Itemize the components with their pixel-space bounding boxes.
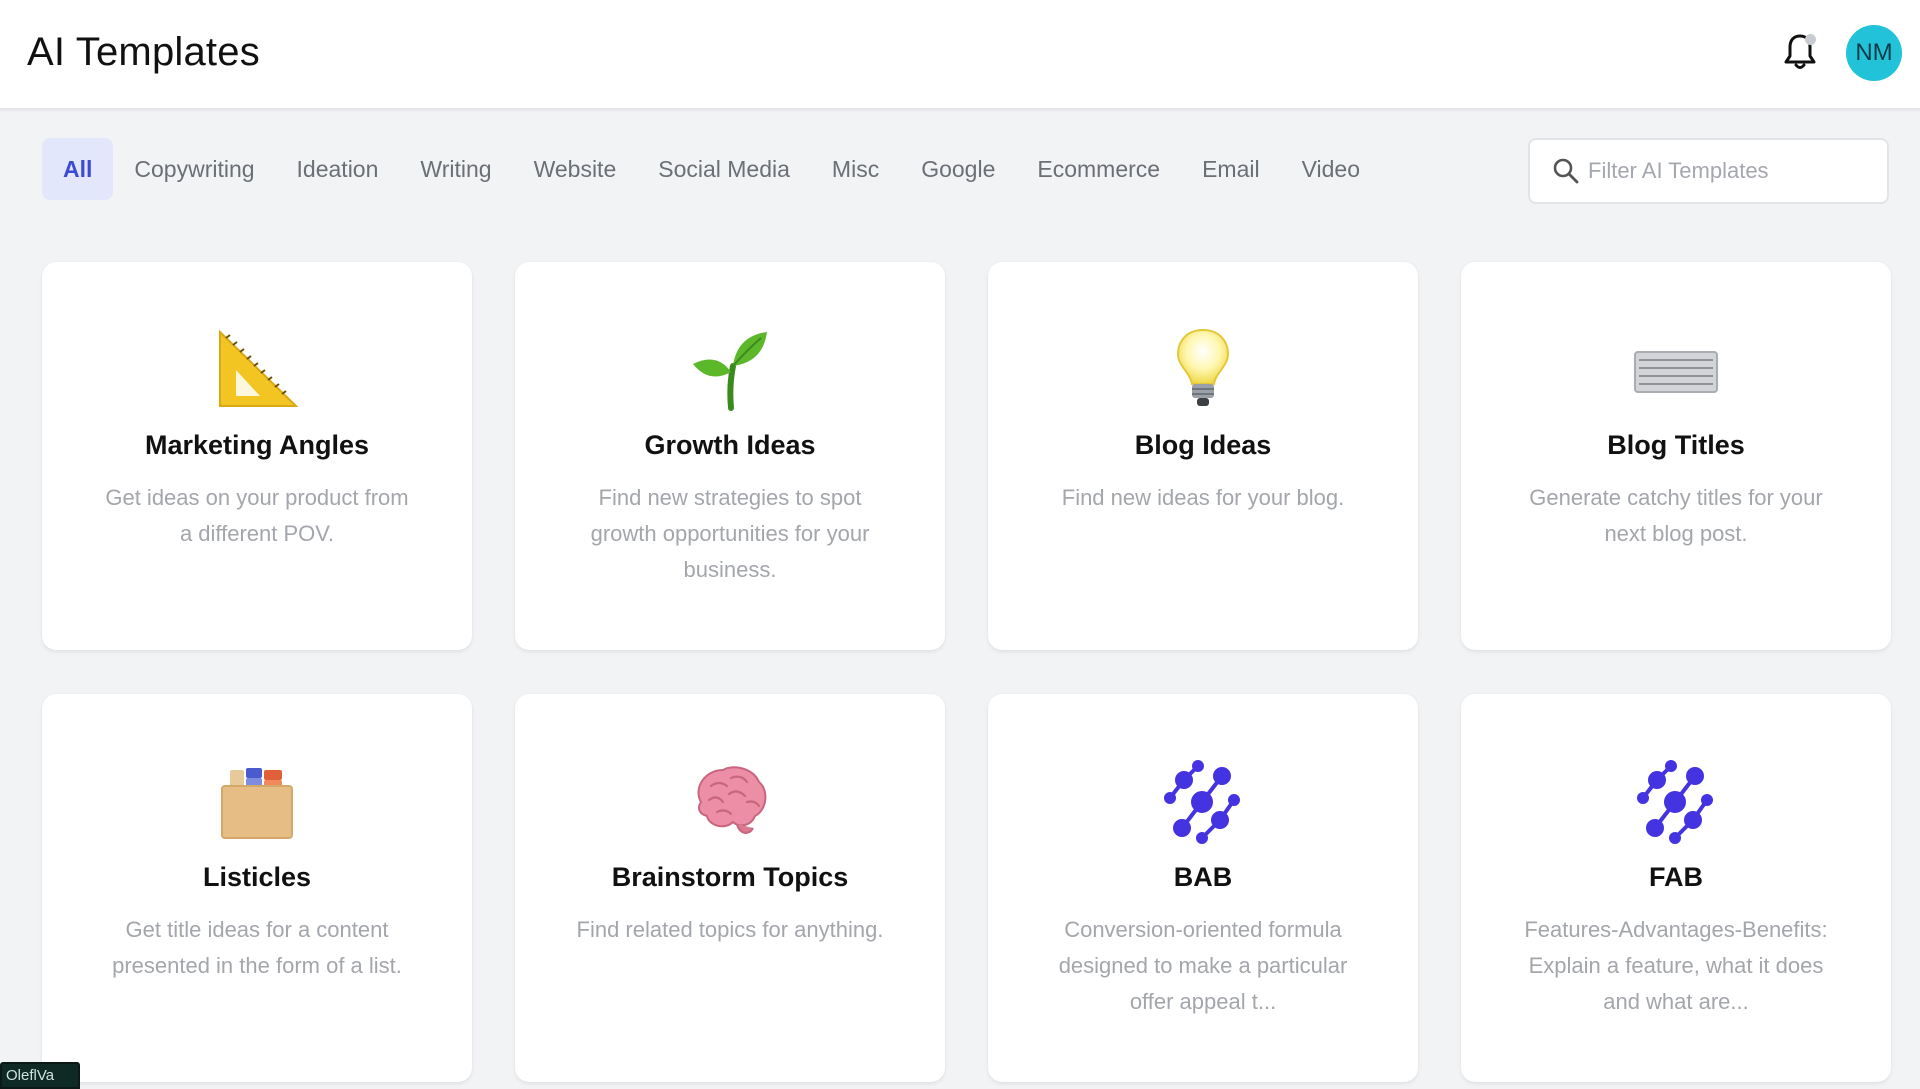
light-bulb-icon (1158, 324, 1248, 414)
tab-ecommerce[interactable]: Ecommerce (1016, 138, 1181, 200)
template-card-listicles[interactable]: Listicles Get title ideas for a content … (42, 694, 472, 1082)
triangular-ruler-icon (212, 324, 302, 414)
tab-misc[interactable]: Misc (811, 138, 900, 200)
card-description: Get ideas on your product from a differe… (105, 485, 409, 546)
card-title: Blog Ideas (1134, 430, 1272, 460)
card-title: Brainstorm Topics (611, 862, 849, 892)
card-file-box-icon (212, 756, 302, 846)
notification-dot (1805, 34, 1816, 45)
tab-email[interactable]: Email (1181, 138, 1281, 200)
tab-website[interactable]: Website (513, 138, 638, 200)
tab-all[interactable]: All (42, 138, 114, 200)
card-description: Generate catchy titles for your next blo… (1529, 485, 1823, 546)
template-card-marketing-angles[interactable]: Marketing Angles Get ideas on your produ… (42, 262, 472, 650)
tab-copywriting[interactable]: Copywriting (113, 138, 275, 200)
keyboard-icon (1631, 324, 1721, 414)
card-title: Blog Titles (1607, 430, 1745, 460)
card-description: Conversion-oriented formula designed to … (1058, 917, 1348, 1014)
molecule-pattern-icon (1631, 756, 1721, 846)
search-icon (1553, 158, 1579, 184)
card-title: Marketing Angles (144, 430, 370, 460)
card-description: Find new ideas for your blog. (1061, 485, 1345, 510)
template-card-blog-ideas[interactable]: Blog Ideas Find new ideas for your blog. (988, 262, 1418, 650)
card-title: FAB (1649, 862, 1703, 892)
card-description: Find new strategies to spot growth oppor… (590, 485, 870, 582)
card-description: Find related topics for anything. (576, 917, 884, 942)
template-card-growth-ideas[interactable]: Growth Ideas Find new strategies to spot… (515, 262, 945, 650)
card-description: Features-Advantages-Benefits: Explain a … (1524, 917, 1828, 1014)
notifications-button[interactable] (1782, 32, 1818, 72)
tab-social-media[interactable]: Social Media (637, 138, 811, 200)
card-description: Get title ideas for a content presented … (112, 917, 402, 978)
template-card-blog-titles[interactable]: Blog Titles Generate catchy titles for y… (1461, 262, 1891, 650)
template-card-bab[interactable]: BAB Conversion-oriented formula designed… (988, 694, 1418, 1082)
molecule-pattern-icon (1158, 756, 1248, 846)
user-avatar[interactable]: NM (1846, 25, 1902, 81)
card-title: BAB (1173, 862, 1233, 892)
brain-icon (685, 756, 775, 846)
card-title: Listicles (202, 862, 312, 892)
top-header: AI Templates NM (0, 0, 1920, 110)
tab-ideation[interactable]: Ideation (276, 138, 400, 200)
category-tabs: All Copywriting Ideation Writing Website… (42, 138, 1381, 200)
tab-google[interactable]: Google (900, 138, 1016, 200)
seedling-icon (685, 324, 775, 414)
filter-templates-search[interactable] (1528, 138, 1889, 204)
filter-templates-input[interactable] (1588, 158, 1878, 184)
card-title: Growth Ideas (644, 430, 816, 460)
template-card-fab[interactable]: FAB Features-Advantages-Benefits: Explai… (1461, 694, 1891, 1082)
tab-writing[interactable]: Writing (399, 138, 512, 200)
template-card-brainstorm-topics[interactable]: Brainstorm Topics Find related topics fo… (515, 694, 945, 1082)
page-title: AI Templates (27, 30, 260, 74)
overlay-badge: OleflVa (0, 1062, 80, 1089)
tab-video[interactable]: Video (1281, 138, 1381, 200)
